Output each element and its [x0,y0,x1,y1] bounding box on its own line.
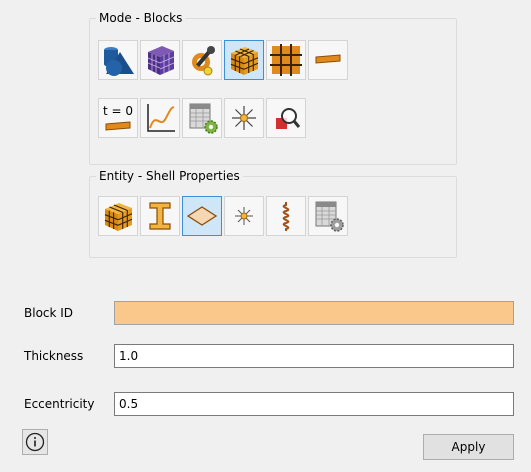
thickness-label: Thickness [24,349,84,363]
inspect-tool-button[interactable] [266,98,306,138]
point-tool-button[interactable] [224,196,264,236]
entity-shell-properties-title: Entity - Shell Properties [96,168,243,184]
initial-condition-tool-button[interactable]: t = 0 [98,98,138,138]
table-settings-icon [189,103,218,134]
beam-section-icon [149,202,171,230]
table-settings-tool-button-2[interactable] [308,196,348,236]
table-settings-tool-button[interactable] [182,98,222,138]
beam-section-tool-button[interactable] [140,196,180,236]
point-icon [235,207,253,225]
grid-icon [270,44,302,76]
shell-icon [186,206,218,226]
eccentricity-label: Eccentricity [24,397,95,411]
solid-icon [104,203,133,231]
apply-button[interactable]: Apply [423,434,514,460]
load-tool-button[interactable] [224,98,264,138]
load-icon [232,106,256,130]
tools-icon [192,46,215,76]
info-icon [25,432,45,452]
block-id-label: Block ID [24,306,74,320]
table-settings-icon [315,201,344,232]
solid-tool-button[interactable] [98,196,138,236]
mesh-icon [147,46,175,75]
initial-condition-icon: t = 0 [103,104,133,131]
inspect-icon [276,108,301,129]
eccentricity-field[interactable]: 0.5 [114,392,514,416]
block-id-field[interactable] [114,301,514,325]
curve-tool-button[interactable] [140,98,180,138]
shell-tool-button[interactable] [182,196,222,236]
beam-icon [315,54,341,64]
grid-tool-button[interactable] [266,40,306,80]
tools-tool-button[interactable] [182,40,222,80]
spring-tool-button[interactable] [266,196,306,236]
thickness-field[interactable]: 1.0 [114,344,514,368]
info-button[interactable] [22,429,48,455]
geometry-icon [104,47,134,76]
mesh-tool-button[interactable] [140,40,180,80]
blocks-icon [230,47,259,75]
mode-blocks-title: Mode - Blocks [96,10,186,26]
initial-condition-label: t = 0 [103,104,133,118]
beam-tool-button[interactable] [308,40,348,80]
spring-icon [282,202,290,231]
blocks-tool-button[interactable] [224,40,264,80]
curve-icon [147,104,175,132]
geometry-tool-button[interactable] [98,40,138,80]
